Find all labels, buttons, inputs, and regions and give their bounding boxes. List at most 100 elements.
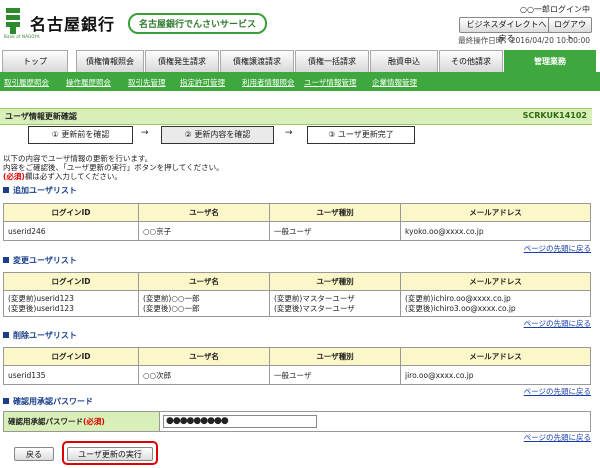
login-before: userid123 bbox=[36, 293, 74, 303]
last-operation-time: 最終操作日時：2016/04/20 10:00:00 bbox=[458, 36, 590, 45]
sub-navigation: 取引履歴照会 操作履歴照会 取引先管理 指定許可管理 利用者情報照会 ユーザ情報… bbox=[0, 75, 600, 91]
cell-login-id: (変更前)userid123 (変更後)userid123 bbox=[3, 290, 139, 317]
email-before: ichiro.oo@xxxx.co.jp bbox=[433, 293, 511, 303]
tab-top[interactable]: トップ bbox=[2, 50, 68, 72]
before-label: (変更前) bbox=[405, 293, 434, 303]
col-login-id: ログインID bbox=[3, 347, 139, 366]
tab-admin[interactable]: 管理業務 bbox=[504, 50, 596, 72]
square-bullet-icon bbox=[3, 187, 9, 193]
cell-user-type: 一般ユーザ bbox=[269, 221, 401, 241]
password-table: 確認用承認パスワード(必須) ●●●●●●●●● bbox=[3, 411, 591, 432]
tab-loan-application[interactable]: 融資申込 bbox=[370, 50, 438, 72]
tab-other-requests[interactable]: その他請求 bbox=[439, 50, 503, 72]
subnav-operation-history[interactable]: 操作履歴照会 bbox=[66, 77, 111, 88]
cell-user-name: (変更前)○○一郎 (変更後)○○一郎 bbox=[138, 290, 270, 317]
name-before: ○○一郎 bbox=[171, 293, 200, 303]
subnav-partner-management[interactable]: 取引先管理 bbox=[128, 77, 166, 88]
after-label: (変更後) bbox=[274, 303, 303, 313]
password-section-title: 確認用承認パスワード bbox=[3, 396, 93, 407]
col-user-name: ユーザ名 bbox=[138, 203, 270, 222]
delete-user-table: ログインID ユーザ名 ユーザ種別 メールアドレス userid135 ○○次郎… bbox=[3, 347, 591, 385]
type-after: マスターユーザ bbox=[302, 303, 355, 313]
type-before: マスターユーザ bbox=[302, 293, 355, 303]
col-email: メールアドレス bbox=[400, 347, 591, 366]
add-user-table: ログインID ユーザ名 ユーザ種別 メールアドレス userid246 ○○京子… bbox=[3, 203, 591, 241]
required-mark: (必須) bbox=[3, 172, 25, 181]
service-name-badge: 名古屋銀行でんさいサービス bbox=[128, 13, 268, 34]
subnav-permission-management[interactable]: 指定許可管理 bbox=[180, 77, 225, 88]
col-user-name: ユーザ名 bbox=[138, 347, 270, 366]
screen-code: SCRKUK14102 bbox=[522, 111, 587, 120]
after-label: (変更後) bbox=[143, 303, 172, 313]
table-row: (変更前)userid123 (変更後)userid123 (変更前)○○一郎 … bbox=[3, 290, 591, 317]
main-tabs: トップ 債権情報照会 債権発生請求 債権譲渡請求 債権一括請求 融資申込 その他… bbox=[0, 50, 600, 76]
tab-claim-inquiry[interactable]: 債権情報照会 bbox=[76, 50, 144, 72]
before-label: (変更前) bbox=[143, 293, 172, 303]
subnav-user-info-management[interactable]: ユーザ情報管理 bbox=[304, 77, 356, 88]
cell-user-type: 一般ユーザ bbox=[269, 365, 401, 385]
square-bullet-icon bbox=[3, 398, 9, 404]
user-login-status: ○○一郎ログイン中 bbox=[520, 5, 590, 14]
cell-login-id: userid135 bbox=[3, 365, 139, 385]
col-user-name: ユーザ名 bbox=[138, 272, 270, 291]
delete-user-section-title: 削除ユーザリスト bbox=[3, 330, 77, 341]
step-2-current: ② 更新内容を確認 bbox=[161, 126, 274, 144]
instruction-text: 欄は必ず入力してください。 bbox=[24, 172, 122, 181]
password-label-cell: 確認用承認パスワード(必須) bbox=[3, 411, 160, 432]
page-title: ユーザ情報更新確認 bbox=[5, 112, 77, 121]
cell-email: jiro.oo@xxxx.co.jp bbox=[400, 365, 591, 385]
tab-claim-issue[interactable]: 債権発生請求 bbox=[145, 50, 219, 72]
tab-claim-bulk[interactable]: 債権一括請求 bbox=[295, 50, 369, 72]
col-login-id: ログインID bbox=[3, 272, 139, 291]
section-title-text: 変更ユーザリスト bbox=[13, 256, 77, 265]
bank-name: 名古屋銀行 bbox=[30, 15, 116, 34]
after-label: (変更後) bbox=[405, 303, 434, 313]
password-label: 確認用承認パスワード bbox=[8, 417, 83, 426]
email-after: ichiro3.oo@xxxx.co.jp bbox=[433, 303, 516, 313]
section-title-text: 確認用承認パスワード bbox=[13, 397, 93, 406]
business-direct-button[interactable]: ビジネスダイレクトへ戻る bbox=[459, 17, 554, 43]
subnav-company-info-management[interactable]: 企業情報管理 bbox=[372, 77, 417, 88]
tab-claim-transfer[interactable]: 債権譲渡請求 bbox=[220, 50, 294, 72]
subnav-user-info-inquiry[interactable]: 利用者情報照会 bbox=[242, 77, 295, 88]
col-login-id: ログインID bbox=[3, 203, 139, 222]
col-email: メールアドレス bbox=[400, 272, 591, 291]
add-user-section-title: 追加ユーザリスト bbox=[3, 185, 77, 196]
back-button[interactable]: 戻る bbox=[14, 447, 54, 461]
cell-login-id: userid246 bbox=[3, 221, 139, 241]
step-3: ③ ユーザ更新完了 bbox=[307, 126, 415, 144]
required-mark: (必須) bbox=[83, 417, 105, 426]
col-email: メールアドレス bbox=[400, 203, 591, 222]
cell-user-name: ○○京子 bbox=[138, 221, 270, 241]
instruction-line: 以下の内容でユーザ情報の更新を行います。 bbox=[3, 154, 153, 163]
square-bullet-icon bbox=[3, 257, 9, 263]
page-top-link[interactable]: ページの先頭に戻る bbox=[524, 318, 591, 329]
change-user-table: ログインID ユーザ名 ユーザ種別 メールアドレス (変更前)userid123… bbox=[3, 272, 591, 317]
execute-user-update-button[interactable]: ユーザ更新の実行 bbox=[67, 447, 153, 461]
instructions: 以下の内容でユーザ情報の更新を行います。 内容をご確認後、「ユーザ更新の実行」ボ… bbox=[3, 154, 224, 181]
cell-email: (変更前)ichiro.oo@xxxx.co.jp (変更後)ichiro3.o… bbox=[400, 290, 591, 317]
square-bullet-icon bbox=[3, 332, 9, 338]
page-title-bar: ユーザ情報更新確認 SCRKUK14102 bbox=[0, 108, 592, 125]
instruction-line: (必須)欄は必ず入力してください。 bbox=[3, 172, 224, 181]
step-1: ① 更新前を確認 bbox=[28, 126, 133, 144]
cell-email: kyoko.oo@xxxx.co.jp bbox=[400, 221, 591, 241]
before-label: (変更前) bbox=[8, 293, 37, 303]
login-after: userid123 bbox=[36, 303, 74, 313]
section-title-text: 削除ユーザリスト bbox=[13, 331, 77, 340]
before-label: (変更前) bbox=[274, 293, 303, 303]
page-top-link[interactable]: ページの先頭に戻る bbox=[524, 432, 591, 443]
subnav-transaction-history[interactable]: 取引履歴照会 bbox=[4, 77, 49, 88]
step-arrow-icon: → bbox=[285, 128, 293, 138]
step-arrow-icon: → bbox=[141, 128, 149, 138]
instruction-line: 内容をご確認後、「ユーザ更新の実行」ボタンを押してください。 bbox=[3, 163, 224, 172]
change-user-section-title: 変更ユーザリスト bbox=[3, 255, 77, 266]
table-row: userid135 ○○次郎 一般ユーザ jiro.oo@xxxx.co.jp bbox=[3, 365, 591, 385]
logout-button[interactable]: ログアウト bbox=[548, 17, 592, 43]
col-user-type: ユーザ種別 bbox=[269, 272, 401, 291]
approval-password-input[interactable]: ●●●●●●●●● bbox=[163, 415, 317, 428]
bank-logo-icon bbox=[6, 8, 20, 34]
page-top-link[interactable]: ページの先頭に戻る bbox=[524, 386, 591, 397]
page-top-link[interactable]: ページの先頭に戻る bbox=[524, 243, 591, 254]
col-user-type: ユーザ種別 bbox=[269, 203, 401, 222]
